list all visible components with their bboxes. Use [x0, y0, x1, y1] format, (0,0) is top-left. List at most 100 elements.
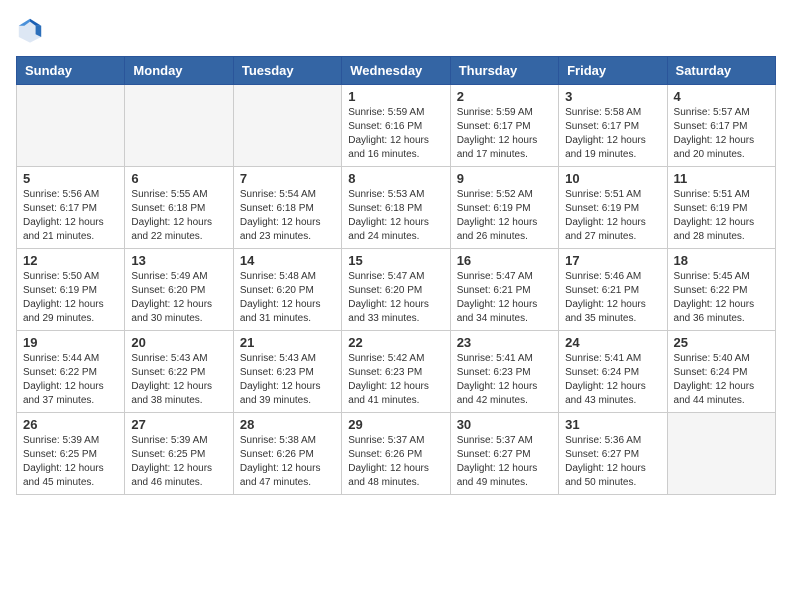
calendar-cell: 27 Sunrise: 5:39 AM Sunset: 6:25 PM Dayli… — [125, 413, 233, 495]
calendar-cell: 15 Sunrise: 5:47 AM Sunset: 6:20 PM Dayli… — [342, 249, 450, 331]
calendar-cell: 31 Sunrise: 5:36 AM Sunset: 6:27 PM Dayli… — [559, 413, 667, 495]
day-info: Sunrise: 5:41 AM Sunset: 6:23 PM Dayligh… — [457, 352, 552, 408]
day-info: Sunrise: 5:47 AM Sunset: 6:21 PM Dayligh… — [457, 270, 552, 326]
weekday-tuesday: Tuesday — [233, 57, 341, 85]
day-number: 10 — [565, 171, 660, 186]
day-number: 31 — [565, 417, 660, 432]
calendar-cell: 19 Sunrise: 5:44 AM Sunset: 6:22 PM Dayli… — [17, 331, 125, 413]
calendar-body: 1 Sunrise: 5:59 AM Sunset: 6:16 PM Daylig… — [17, 85, 776, 495]
calendar-cell: 18 Sunrise: 5:45 AM Sunset: 6:22 PM Dayli… — [667, 249, 775, 331]
calendar-cell: 9 Sunrise: 5:52 AM Sunset: 6:19 PM Daylig… — [450, 167, 558, 249]
day-number: 13 — [131, 253, 226, 268]
calendar-cell: 17 Sunrise: 5:46 AM Sunset: 6:21 PM Dayli… — [559, 249, 667, 331]
day-info: Sunrise: 5:49 AM Sunset: 6:20 PM Dayligh… — [131, 270, 226, 326]
weekday-monday: Monday — [125, 57, 233, 85]
day-info: Sunrise: 5:45 AM Sunset: 6:22 PM Dayligh… — [674, 270, 769, 326]
day-number: 25 — [674, 335, 769, 350]
calendar-cell: 12 Sunrise: 5:50 AM Sunset: 6:19 PM Dayli… — [17, 249, 125, 331]
day-info: Sunrise: 5:52 AM Sunset: 6:19 PM Dayligh… — [457, 188, 552, 244]
calendar-week-row: 12 Sunrise: 5:50 AM Sunset: 6:19 PM Dayli… — [17, 249, 776, 331]
day-info: Sunrise: 5:56 AM Sunset: 6:17 PM Dayligh… — [23, 188, 118, 244]
day-number: 24 — [565, 335, 660, 350]
logo — [16, 16, 48, 44]
day-number: 22 — [348, 335, 443, 350]
day-info: Sunrise: 5:51 AM Sunset: 6:19 PM Dayligh… — [565, 188, 660, 244]
weekday-friday: Friday — [559, 57, 667, 85]
calendar-cell — [667, 413, 775, 495]
day-number: 20 — [131, 335, 226, 350]
day-number: 15 — [348, 253, 443, 268]
day-number: 1 — [348, 89, 443, 104]
calendar-cell: 11 Sunrise: 5:51 AM Sunset: 6:19 PM Dayli… — [667, 167, 775, 249]
day-number: 30 — [457, 417, 552, 432]
calendar-cell: 2 Sunrise: 5:59 AM Sunset: 6:17 PM Daylig… — [450, 85, 558, 167]
day-number: 17 — [565, 253, 660, 268]
calendar-cell: 5 Sunrise: 5:56 AM Sunset: 6:17 PM Daylig… — [17, 167, 125, 249]
calendar-cell: 13 Sunrise: 5:49 AM Sunset: 6:20 PM Dayli… — [125, 249, 233, 331]
day-info: Sunrise: 5:37 AM Sunset: 6:26 PM Dayligh… — [348, 434, 443, 490]
calendar-cell: 3Sunrise: 5:58 AM Sunset: 6:17 PM Daylig… — [559, 85, 667, 167]
day-number: 21 — [240, 335, 335, 350]
day-info: Sunrise: 5:57 AM Sunset: 6:17 PM Dayligh… — [674, 106, 769, 162]
calendar-cell: 22 Sunrise: 5:42 AM Sunset: 6:23 PM Dayli… — [342, 331, 450, 413]
calendar-cell — [17, 85, 125, 167]
calendar-cell: 16Sunrise: 5:47 AM Sunset: 6:21 PM Dayli… — [450, 249, 558, 331]
day-info: Sunrise: 5:59 AM Sunset: 6:17 PM Dayligh… — [457, 106, 552, 162]
calendar-cell: 28 Sunrise: 5:38 AM Sunset: 6:26 PM Dayli… — [233, 413, 341, 495]
day-number: 2 — [457, 89, 552, 104]
day-info: Sunrise: 5:44 AM Sunset: 6:22 PM Dayligh… — [23, 352, 118, 408]
day-number: 29 — [348, 417, 443, 432]
day-number: 11 — [674, 171, 769, 186]
calendar-header: SundayMondayTuesdayWednesdayThursdayFrid… — [17, 57, 776, 85]
day-number: 4 — [674, 89, 769, 104]
calendar-cell — [125, 85, 233, 167]
day-info: Sunrise: 5:58 AM Sunset: 6:17 PM Dayligh… — [565, 106, 660, 162]
calendar-cell: 8Sunrise: 5:53 AM Sunset: 6:18 PM Daylig… — [342, 167, 450, 249]
weekday-thursday: Thursday — [450, 57, 558, 85]
calendar-cell: 6Sunrise: 5:55 AM Sunset: 6:18 PM Daylig… — [125, 167, 233, 249]
day-number: 7 — [240, 171, 335, 186]
calendar-cell: 30 Sunrise: 5:37 AM Sunset: 6:27 PM Dayli… — [450, 413, 558, 495]
calendar-cell: 14Sunrise: 5:48 AM Sunset: 6:20 PM Dayli… — [233, 249, 341, 331]
day-number: 12 — [23, 253, 118, 268]
day-info: Sunrise: 5:36 AM Sunset: 6:27 PM Dayligh… — [565, 434, 660, 490]
calendar-week-row: 1 Sunrise: 5:59 AM Sunset: 6:16 PM Daylig… — [17, 85, 776, 167]
calendar-cell: 26Sunrise: 5:39 AM Sunset: 6:25 PM Dayli… — [17, 413, 125, 495]
day-number: 6 — [131, 171, 226, 186]
day-info: Sunrise: 5:41 AM Sunset: 6:24 PM Dayligh… — [565, 352, 660, 408]
day-number: 28 — [240, 417, 335, 432]
calendar-week-row: 26Sunrise: 5:39 AM Sunset: 6:25 PM Dayli… — [17, 413, 776, 495]
day-info: Sunrise: 5:51 AM Sunset: 6:19 PM Dayligh… — [674, 188, 769, 244]
calendar-week-row: 19 Sunrise: 5:44 AM Sunset: 6:22 PM Dayli… — [17, 331, 776, 413]
logo-icon — [16, 16, 44, 44]
weekday-saturday: Saturday — [667, 57, 775, 85]
calendar-table: SundayMondayTuesdayWednesdayThursdayFrid… — [16, 56, 776, 495]
day-number: 27 — [131, 417, 226, 432]
day-info: Sunrise: 5:43 AM Sunset: 6:22 PM Dayligh… — [131, 352, 226, 408]
day-number: 5 — [23, 171, 118, 186]
page-header — [16, 16, 776, 44]
day-number: 14 — [240, 253, 335, 268]
calendar-cell: 10 Sunrise: 5:51 AM Sunset: 6:19 PM Dayli… — [559, 167, 667, 249]
day-info: Sunrise: 5:54 AM Sunset: 6:18 PM Dayligh… — [240, 188, 335, 244]
day-info: Sunrise: 5:46 AM Sunset: 6:21 PM Dayligh… — [565, 270, 660, 326]
calendar-cell: 1 Sunrise: 5:59 AM Sunset: 6:16 PM Daylig… — [342, 85, 450, 167]
day-info: Sunrise: 5:50 AM Sunset: 6:19 PM Dayligh… — [23, 270, 118, 326]
calendar-cell: 25 Sunrise: 5:40 AM Sunset: 6:24 PM Dayli… — [667, 331, 775, 413]
calendar-cell: 24 Sunrise: 5:41 AM Sunset: 6:24 PM Dayli… — [559, 331, 667, 413]
day-info: Sunrise: 5:47 AM Sunset: 6:20 PM Dayligh… — [348, 270, 443, 326]
day-info: Sunrise: 5:39 AM Sunset: 6:25 PM Dayligh… — [23, 434, 118, 490]
calendar-cell: 20 Sunrise: 5:43 AM Sunset: 6:22 PM Dayli… — [125, 331, 233, 413]
day-number: 18 — [674, 253, 769, 268]
day-info: Sunrise: 5:42 AM Sunset: 6:23 PM Dayligh… — [348, 352, 443, 408]
day-info: Sunrise: 5:39 AM Sunset: 6:25 PM Dayligh… — [131, 434, 226, 490]
day-info: Sunrise: 5:43 AM Sunset: 6:23 PM Dayligh… — [240, 352, 335, 408]
day-info: Sunrise: 5:38 AM Sunset: 6:26 PM Dayligh… — [240, 434, 335, 490]
day-number: 23 — [457, 335, 552, 350]
day-info: Sunrise: 5:40 AM Sunset: 6:24 PM Dayligh… — [674, 352, 769, 408]
day-number: 9 — [457, 171, 552, 186]
weekday-wednesday: Wednesday — [342, 57, 450, 85]
day-info: Sunrise: 5:59 AM Sunset: 6:16 PM Dayligh… — [348, 106, 443, 162]
day-info: Sunrise: 5:37 AM Sunset: 6:27 PM Dayligh… — [457, 434, 552, 490]
day-number: 19 — [23, 335, 118, 350]
